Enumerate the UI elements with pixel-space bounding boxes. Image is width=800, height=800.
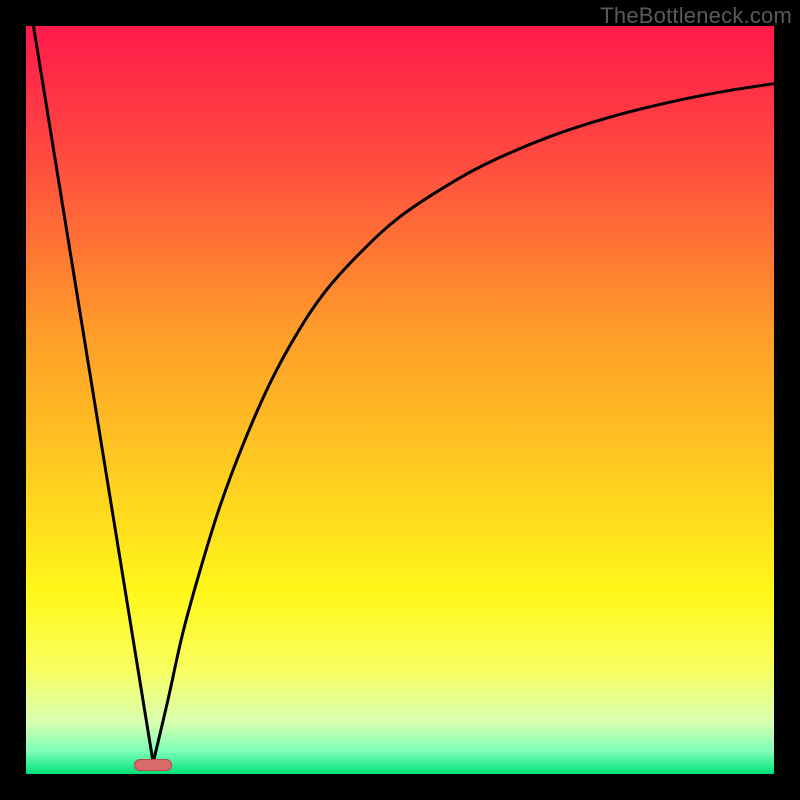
left-line-path <box>33 26 153 763</box>
watermark-text: TheBottleneck.com <box>600 3 792 29</box>
right-curve-path <box>153 84 774 763</box>
curve-layer <box>26 26 774 774</box>
chart-frame: TheBottleneck.com <box>0 0 800 800</box>
bottleneck-marker <box>134 759 171 771</box>
